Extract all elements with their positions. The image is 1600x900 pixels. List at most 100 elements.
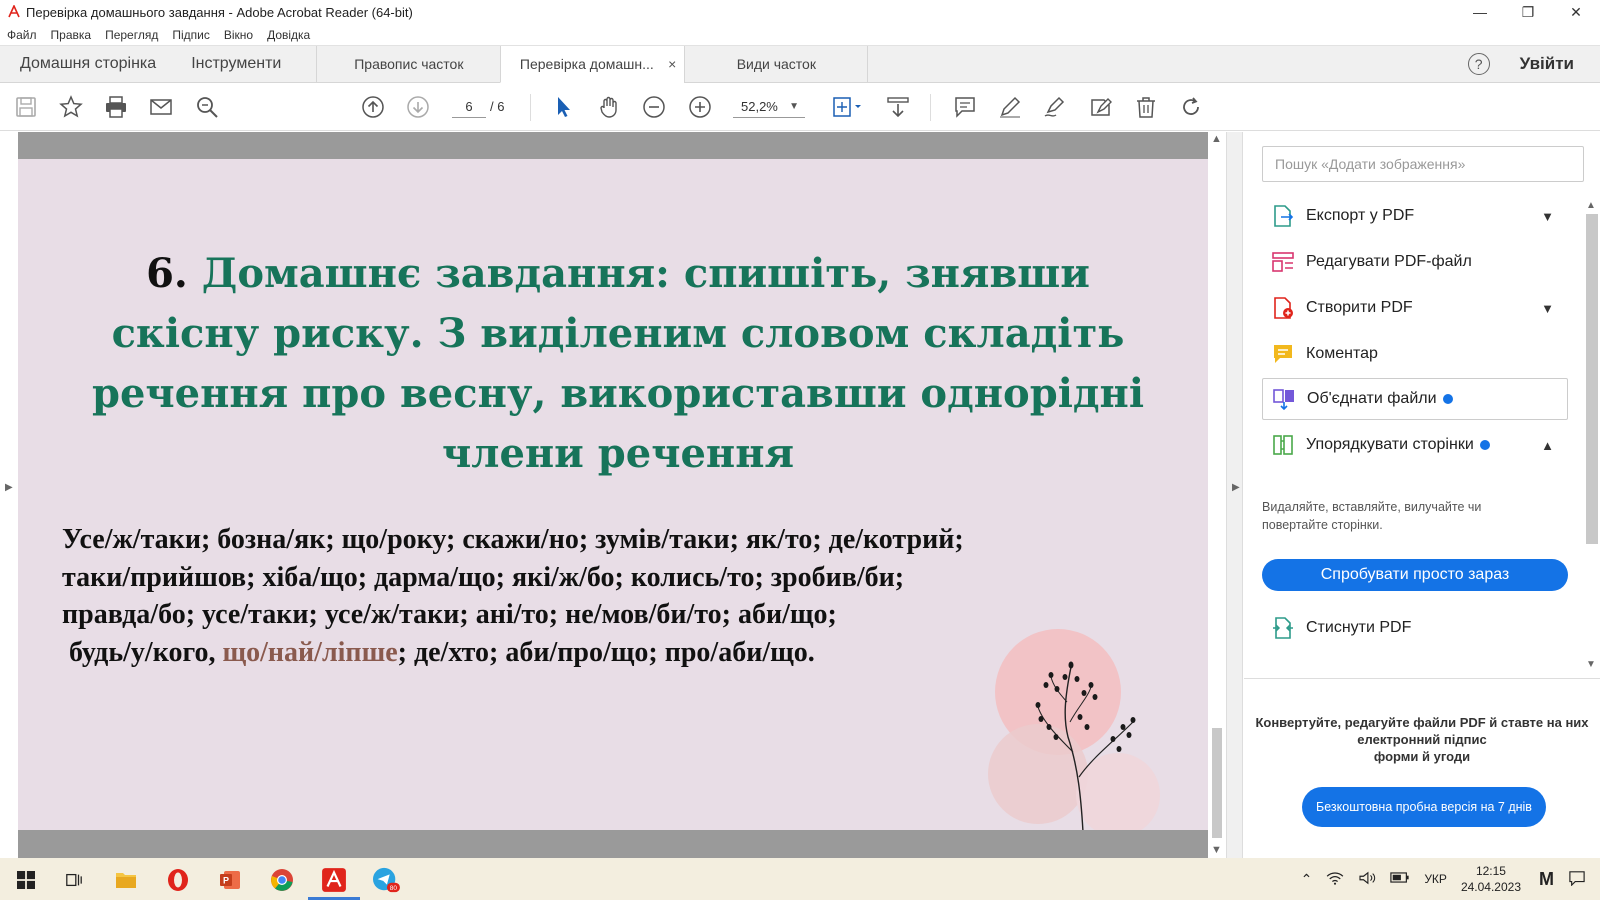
menu-help[interactable]: Довідка: [267, 28, 310, 42]
chrome-browser-icon[interactable]: [268, 866, 296, 894]
bookmark-star-icon[interactable]: [58, 94, 84, 120]
tool-compress-pdf[interactable]: Стиснути PDF: [1262, 607, 1568, 649]
volume-icon[interactable]: [1358, 871, 1376, 888]
zoom-in-icon[interactable]: [687, 94, 713, 120]
menu-edit[interactable]: Правка: [51, 28, 92, 42]
tool-create-pdf[interactable]: Створити PDF ▼: [1262, 287, 1568, 329]
menu-view[interactable]: Перегляд: [105, 28, 158, 42]
windows-start-icon[interactable]: [12, 866, 40, 894]
exercise-text-part: ; де/хто; аби/про/що; про/аби/що.: [397, 636, 815, 668]
window-titlebar: Перевірка домашнього завдання - Adobe Ac…: [0, 0, 1600, 24]
hand-tool-icon[interactable]: [596, 94, 622, 120]
menu-sign[interactable]: Підпис: [172, 28, 210, 42]
tool-combine-files[interactable]: Об'єднати файли: [1262, 378, 1568, 420]
highlight-pen-icon[interactable]: [997, 94, 1023, 120]
chevron-up-icon[interactable]: ⌃: [1301, 871, 1313, 888]
print-icon[interactable]: [103, 94, 129, 120]
doc-tab-homework-check[interactable]: Перевірка домашн... ×: [500, 46, 685, 83]
doc-tab-spelling[interactable]: Правопис часток: [316, 46, 500, 82]
chevron-down-icon[interactable]: ▼: [1541, 209, 1554, 224]
free-trial-button[interactable]: Безкоштовна пробна версія на 7 днів: [1302, 787, 1546, 827]
tool-label: Об'єднати файли: [1307, 390, 1437, 407]
search-zoom-icon[interactable]: [194, 94, 220, 120]
wifi-icon[interactable]: [1326, 871, 1344, 888]
chevron-down-icon[interactable]: ▼: [1541, 301, 1554, 316]
file-explorer-icon[interactable]: [112, 866, 140, 894]
doc-tab-particle-types[interactable]: Види часток: [684, 46, 869, 82]
prev-page-icon[interactable]: [360, 94, 386, 120]
acrobat-app-icon: [6, 4, 22, 20]
page-number-input[interactable]: 6: [452, 96, 486, 118]
draw-pen-icon[interactable]: [1042, 94, 1068, 120]
tool-label: Упорядкувати сторінки: [1306, 436, 1474, 453]
telegram-icon[interactable]: 80: [372, 866, 400, 894]
opera-browser-icon[interactable]: [164, 866, 192, 894]
save-icon[interactable]: [13, 94, 39, 120]
select-cursor-icon[interactable]: [550, 94, 576, 120]
tab-home[interactable]: Домашня сторінка: [20, 55, 156, 73]
toolbar-divider: [530, 94, 531, 121]
login-button[interactable]: Увійти: [1520, 54, 1574, 74]
tool-organize-pages[interactable]: Упорядкувати сторінки ▲: [1262, 424, 1568, 466]
tools-search-input[interactable]: Пошук «Додати зображення»: [1262, 146, 1584, 182]
acrobat-taskbar-icon[interactable]: [308, 866, 360, 900]
language-indicator[interactable]: УКР: [1424, 872, 1447, 886]
main-toolbar: 6 / 6 52,2% ▼: [0, 84, 1600, 131]
scrollbar-thumb[interactable]: [1212, 728, 1222, 838]
tab-tools[interactable]: Інструменти: [191, 55, 281, 73]
scroll-down-icon[interactable]: ▼: [1211, 844, 1222, 856]
chevron-down-icon: ▼: [789, 101, 799, 112]
doc-tab-label: Перевірка домашн...: [519, 56, 654, 72]
trash-icon[interactable]: [1133, 94, 1159, 120]
fit-page-icon[interactable]: [830, 94, 866, 120]
scroll-down-icon[interactable]: ▼: [1586, 659, 1596, 670]
menu-window[interactable]: Вікно: [224, 28, 253, 42]
exercise-line: таки/прийшов; хіба/що; дарма/що; які/ж/б…: [62, 561, 905, 593]
battery-icon[interactable]: [1390, 872, 1410, 886]
close-window-button[interactable]: ✕: [1552, 0, 1600, 24]
notifications-icon[interactable]: [1568, 870, 1586, 889]
scroll-mode-icon[interactable]: [885, 94, 911, 120]
right-panel-toggle[interactable]: ▶: [1226, 132, 1243, 858]
exercise-line: Усе/ж/таки; бозна/як; що/року; скажи/но;…: [62, 524, 964, 555]
try-now-button[interactable]: Спробувати просто зараз: [1262, 559, 1568, 591]
scroll-up-icon[interactable]: ▲: [1586, 200, 1596, 211]
scrollbar-thumb[interactable]: [1586, 214, 1598, 544]
rotate-icon[interactable]: [1178, 94, 1204, 120]
document-scrollbar[interactable]: ▲ ▼: [1208, 132, 1226, 858]
slide-heading: 6. Домашнє завдання: спишіть, знявши скі…: [88, 244, 1148, 484]
tool-edit-pdf[interactable]: Редагувати PDF-файл: [1262, 241, 1568, 283]
pdf-page: 6. Домашнє завдання: спишіть, знявши скі…: [18, 159, 1208, 830]
left-panel-toggle[interactable]: ▶: [0, 132, 18, 858]
help-icon[interactable]: ?: [1467, 53, 1490, 75]
next-page-icon[interactable]: [405, 94, 431, 120]
system-tray: ⌃ УКР 12:15 24.04.2023 M: [1301, 858, 1600, 900]
tool-label: Стиснути PDF: [1306, 619, 1412, 636]
meet-now-icon[interactable]: M: [1539, 869, 1554, 890]
windows-taskbar: P 80 ⌃ УКР 12:15 24.04.2023 M: [0, 858, 1600, 900]
close-tab-icon[interactable]: ×: [668, 56, 676, 72]
menu-file[interactable]: Файл: [7, 28, 37, 42]
slide-heading-text: Домашнє завдання: спишіть, знявши скісну…: [91, 250, 1145, 477]
tool-comment[interactable]: Коментар: [1262, 333, 1568, 375]
minimize-button[interactable]: —: [1456, 0, 1504, 24]
zoom-level-select[interactable]: 52,2% ▼: [733, 96, 805, 118]
clock-date: 24.04.2023: [1460, 880, 1521, 894]
document-viewer[interactable]: ▶ 6. Домашнє завдання: спишіть, знявши с…: [0, 132, 1243, 858]
decorative-branch-illustration: [988, 629, 1160, 830]
fill-sign-icon[interactable]: [1088, 94, 1114, 120]
scroll-up-icon[interactable]: ▲: [1211, 133, 1222, 145]
powerpoint-icon[interactable]: P: [216, 866, 244, 894]
tool-export-pdf[interactable]: Експорт у PDF ▼: [1262, 195, 1568, 237]
chevron-up-icon[interactable]: ▲: [1541, 438, 1554, 453]
zoom-level-value: 52,2%: [741, 99, 778, 114]
window-title: Перевірка домашнього завдання - Adobe Ac…: [26, 4, 413, 20]
zoom-out-icon[interactable]: [641, 94, 667, 120]
comment-icon[interactable]: [952, 94, 978, 120]
system-clock[interactable]: 12:15 24.04.2023: [1461, 863, 1521, 895]
maximize-button[interactable]: ❐: [1504, 0, 1552, 24]
organize-pages-icon: [1270, 432, 1296, 458]
task-view-icon[interactable]: [60, 866, 88, 894]
email-icon[interactable]: [148, 94, 174, 120]
sidebar-scrollbar[interactable]: ▲ ▼: [1582, 200, 1600, 670]
